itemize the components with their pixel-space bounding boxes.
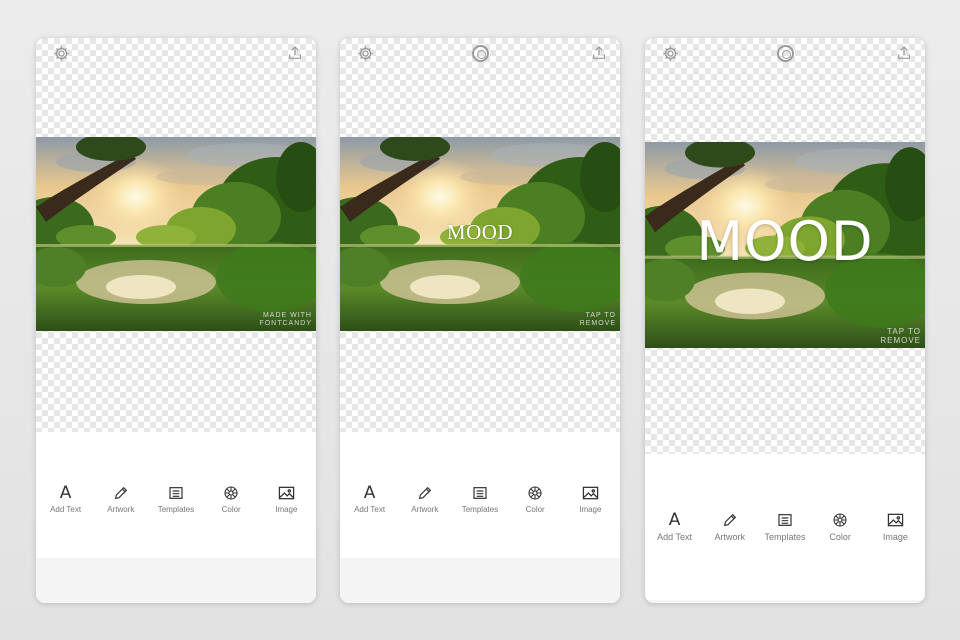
- letter-a-icon: A: [59, 483, 72, 503]
- add-text-button[interactable]: A Add Text: [343, 484, 397, 514]
- add-text-label: Add Text: [657, 532, 693, 542]
- bottom-safe-area: [36, 558, 316, 603]
- pencil-icon: [114, 486, 127, 500]
- bottom-safe-area: [645, 600, 925, 603]
- templates-label: Templates: [461, 505, 499, 514]
- settings-button[interactable]: [356, 44, 374, 62]
- watermark[interactable]: TAP TO REMOVE: [880, 327, 921, 345]
- templates-label: Templates: [157, 505, 195, 514]
- color-wheel-icon: [528, 486, 542, 500]
- artwork-button[interactable]: Artwork: [398, 484, 452, 514]
- screen-small-text: MOOD TAP TO REMOVE A Add Text Artwork Te…: [340, 38, 620, 603]
- watermark-line-1: TAP TO: [887, 327, 921, 336]
- artwork-label: Artwork: [714, 532, 746, 542]
- settings-button[interactable]: [661, 44, 679, 62]
- list-icon: [473, 487, 487, 499]
- background-photo[interactable]: MADE WITH FONTCANDY: [36, 137, 316, 331]
- color-label: Color: [525, 505, 545, 514]
- templates-button[interactable]: Templates: [453, 484, 507, 514]
- watermark[interactable]: TAP TO REMOVE: [580, 312, 616, 328]
- image-label: Image: [882, 532, 908, 542]
- image-icon: [582, 486, 599, 500]
- record-button[interactable]: [471, 44, 489, 62]
- image-button[interactable]: Image: [563, 484, 617, 514]
- bottom-toolbar: A Add Text Artwork Templates Color Image: [645, 454, 925, 600]
- gear-icon: [357, 45, 373, 61]
- share-icon: [593, 46, 605, 59]
- background-photo[interactable]: MOOD TAP TO REMOVE: [340, 137, 620, 331]
- image-button[interactable]: Image: [868, 511, 922, 542]
- letter-a-icon: A: [668, 510, 681, 530]
- image-label: Image: [275, 505, 298, 514]
- bottom-toolbar: A Add Text Artwork Templates Color Image: [340, 432, 620, 558]
- image-icon: [278, 486, 295, 500]
- templates-button[interactable]: Templates: [758, 511, 812, 542]
- background-photo[interactable]: MOOD TAP TO REMOVE: [645, 142, 925, 348]
- image-button[interactable]: Image: [259, 484, 313, 514]
- share-button[interactable]: [895, 44, 913, 62]
- list-icon: [778, 514, 792, 526]
- gear-icon: [53, 45, 69, 61]
- artwork-button[interactable]: Artwork: [703, 511, 757, 542]
- watermark-line-1: TAP TO: [585, 312, 616, 319]
- share-button[interactable]: [286, 44, 304, 62]
- add-text-button[interactable]: A Add Text: [39, 484, 93, 514]
- color-label: Color: [829, 532, 851, 542]
- overlay-text[interactable]: MOOD: [645, 210, 925, 273]
- image-label: Image: [579, 505, 602, 514]
- bottom-toolbar: A Add Text Artwork Templates Color Image: [36, 432, 316, 558]
- share-button[interactable]: [590, 44, 608, 62]
- pencil-icon: [418, 486, 431, 500]
- watermark[interactable]: MADE WITH FONTCANDY: [259, 312, 312, 328]
- color-label: Color: [221, 505, 241, 514]
- pencil-icon: [723, 513, 736, 527]
- templates-label: Templates: [764, 532, 806, 542]
- record-icon: [471, 44, 489, 62]
- color-wheel-icon: [224, 486, 238, 500]
- list-icon: [169, 487, 183, 499]
- color-button[interactable]: Color: [204, 484, 258, 514]
- record-icon: [776, 44, 794, 62]
- share-icon: [898, 46, 910, 59]
- letter-a-icon: A: [363, 483, 376, 503]
- artwork-button[interactable]: Artwork: [94, 484, 148, 514]
- screen-empty: MADE WITH FONTCANDY A Add Text Artwork T…: [36, 38, 316, 603]
- watermark-line-2: REMOVE: [579, 320, 616, 327]
- add-text-label: Add Text: [50, 505, 82, 514]
- overlay-text[interactable]: MOOD: [340, 220, 620, 245]
- artwork-label: Artwork: [107, 505, 135, 514]
- watermark-line-1: MADE WITH: [262, 312, 312, 319]
- gear-icon: [662, 45, 678, 61]
- share-icon: [289, 46, 301, 59]
- watermark-line-2: REMOVE: [880, 336, 921, 345]
- color-wheel-icon: [833, 513, 847, 527]
- screen-large-text: MOOD TAP TO REMOVE A Add Text Artwork Te…: [645, 38, 925, 603]
- add-text-label: Add Text: [354, 505, 386, 514]
- color-button[interactable]: Color: [508, 484, 562, 514]
- artwork-label: Artwork: [411, 505, 439, 514]
- bottom-safe-area: [340, 558, 620, 603]
- color-button[interactable]: Color: [813, 511, 867, 542]
- settings-button[interactable]: [52, 44, 70, 62]
- image-icon: [887, 513, 904, 527]
- watermark-line-2: FONTCANDY: [259, 320, 312, 327]
- templates-button[interactable]: Templates: [149, 484, 203, 514]
- record-button[interactable]: [776, 44, 794, 62]
- add-text-button[interactable]: A Add Text: [648, 511, 702, 542]
